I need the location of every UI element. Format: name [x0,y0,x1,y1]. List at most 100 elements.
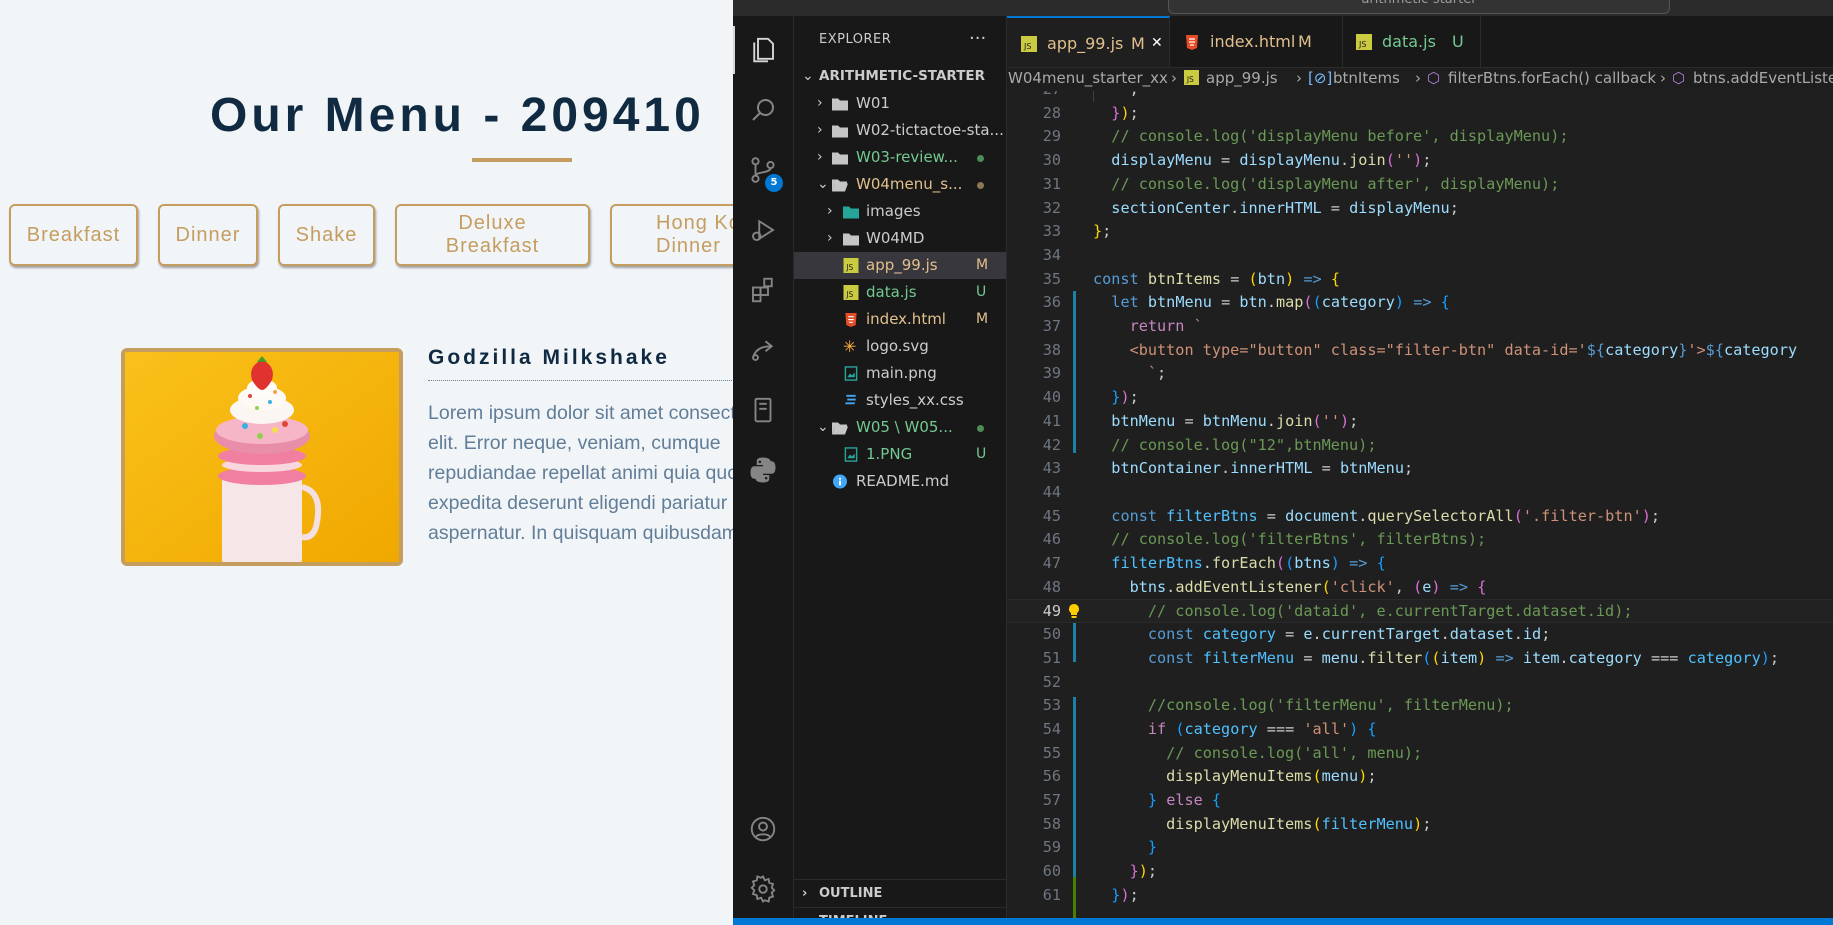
code-line: 38 <button type="button" class="filter-b… [1042,340,1798,359]
tree-item-images[interactable]: › images [794,198,1006,225]
code-line: 45 const filterBtns = document.querySele… [1042,506,1661,525]
chevron-down-icon: ⌄ [802,68,814,84]
code-line: 28 }); [1042,103,1139,122]
tree-item-logo-svg[interactable]: ✳ logo.svg [794,333,1006,360]
tree-item-w01[interactable]: › W01 [794,90,1006,117]
code-line-current: 49 // console.log('dataid', e.currentTar… [1007,599,1833,624]
javascript-file-icon: JS [1021,36,1037,52]
code-editor[interactable]: 27 ; 28 }); 29 // console.log('displayMe… [1007,91,1833,920]
menu-page: Our Menu - 209410 Breakfast Dinner Shake… [0,0,733,925]
code-line: 36 let btnMenu = btn.map((category) => { [1042,293,1450,312]
breadcrumb-symbol[interactable]: filterBtns.forEach() callback [1448,67,1656,89]
tree-item-readme[interactable]: README.md [794,468,1006,495]
tree-item-w03[interactable]: › W03-review... [794,144,1006,171]
more-actions-icon[interactable]: ··· [969,28,986,49]
explorer-files-icon[interactable] [733,26,793,74]
account-icon[interactable] [733,805,793,853]
tree-item-label: main.png [866,364,937,382]
filter-button-breakfast[interactable]: Breakfast [9,204,138,266]
extensions-icon[interactable] [733,266,793,314]
breadcrumb-symbol[interactable]: btns.addEventListener [1693,67,1833,89]
css-file-icon [845,394,856,405]
git-status-badge: U [976,284,987,300]
method-symbol-icon: ⬡ [1427,69,1441,87]
svg-text:JS: JS [845,263,853,272]
root-folder-label: ARITHMETIC-STARTER [819,68,986,84]
breadcrumb-file[interactable]: app_99.js [1206,67,1278,89]
breadcrumb-folder[interactable]: W04menu_starter_xx [1008,67,1168,89]
run-debug-icon[interactable] [733,206,793,254]
tree-item-w04menu[interactable]: ⌄ W04menu_s... [794,171,1006,198]
tree-item-label: logo.svg [866,337,929,355]
filter-button-dinner[interactable]: Dinner [158,204,258,266]
chevron-right-icon: › [817,122,823,138]
untracked-dot-icon [977,155,984,162]
tree-item-label: README.md [856,472,950,490]
title-bar: arithmetic-starter [733,0,1833,16]
code-line: 43 btnContainer.innerHTML = btnMenu; [1042,459,1414,478]
status-bar [733,918,1833,925]
outline-section[interactable]: › OUTLINE [794,879,1006,907]
search-icon[interactable] [733,86,793,134]
tree-item-label: W04menu_s... [856,175,963,193]
source-control-icon[interactable]: 5 [733,146,793,194]
html-file-icon [845,312,857,327]
breadcrumb-symbol[interactable]: btnItems [1333,67,1400,89]
tree-item-styles-css[interactable]: styles_xx.css [794,387,1006,414]
code-line: 56 displayMenuItems(menu); [1042,767,1377,786]
folder-open-icon [832,422,848,435]
title-underline [472,158,572,162]
tab-label: data.js [1382,32,1436,51]
javascript-file-icon: JS [1184,70,1199,85]
tab-status: U [1452,32,1464,51]
live-share-icon[interactable] [733,326,793,374]
chevron-right-icon: › [1296,69,1302,87]
close-icon[interactable]: ✕ [1151,18,1163,69]
tab-status: M [1298,32,1312,51]
code-line: 57 } else { [1042,791,1222,809]
command-center[interactable]: arithmetic-starter [1168,0,1670,14]
chevron-right-icon: › [1171,69,1177,87]
tree-item-label: images [866,202,921,220]
menu-item-title: Godzilla Milkshake [428,346,670,369]
tree-item-label: W04MD [866,229,925,247]
filter-button-deluxe-breakfast[interactable]: Deluxe Breakfast [395,204,590,266]
page-title: Our Menu - 209410 [210,89,705,142]
tree-item-label: data.js [866,283,917,301]
svg-text:JS: JS [845,290,853,299]
folder-open-icon [832,179,848,192]
modified-dot-icon [977,182,984,189]
tree-item-app-99-js[interactable]: JS app_99.js M [794,252,1006,279]
filter-button-hong-kong-dinner[interactable]: Hong Kong Dinner [610,204,733,266]
tree-item-data-js[interactable]: JS data.js U [794,279,1006,306]
code-line: 50 const category = e.currentTarget.data… [1042,625,1551,644]
vscode-window: arithmetic-starter 5 [733,0,1833,925]
tree-item-1-png[interactable]: 1.PNG U [794,441,1006,468]
python-icon[interactable] [733,446,793,494]
settings-gear-icon[interactable] [733,865,793,913]
tree-item-w04md[interactable]: › W04MD [794,225,1006,252]
code-line: 35 const btnItems = (btn) => { [1042,269,1341,288]
outline-label: OUTLINE [819,886,883,901]
tab-data-js[interactable]: JS data.js U [1342,16,1481,67]
filter-button-shake[interactable]: Shake [278,204,375,266]
code-line: 31 // console.log('displayMenu after', d… [1042,174,1560,193]
chevron-right-icon: › [1415,69,1421,87]
code-line: 52 [1042,672,1061,691]
chevron-right-icon: › [817,95,823,111]
svg-file-icon: ✳ [843,337,857,356]
explorer-root[interactable]: ⌄ ARITHMETIC-STARTER [794,63,1006,90]
code-line: 58 displayMenuItems(filterMenu); [1042,814,1432,833]
tree-item-main-png[interactable]: main.png [794,360,1006,387]
code-line: 51 const filterMenu = menu.filter((item)… [1042,648,1780,667]
tree-item-w02[interactable]: › W02-tictactoe-sta... [794,117,1006,144]
tree-item-index-html[interactable]: index.html M [794,306,1006,333]
untracked-dot-icon [977,425,984,432]
tree-item-w05[interactable]: ⌄ W05 \ W05... [794,414,1006,441]
folder-icon [843,233,859,246]
remote-explorer-icon[interactable] [733,386,793,434]
folder-icon [832,125,848,138]
tab-app-99-js[interactable]: JS app_99.js M ✕ [1007,16,1170,67]
tab-status: M [1131,34,1145,53]
tab-index-html[interactable]: index.html M [1170,16,1343,67]
